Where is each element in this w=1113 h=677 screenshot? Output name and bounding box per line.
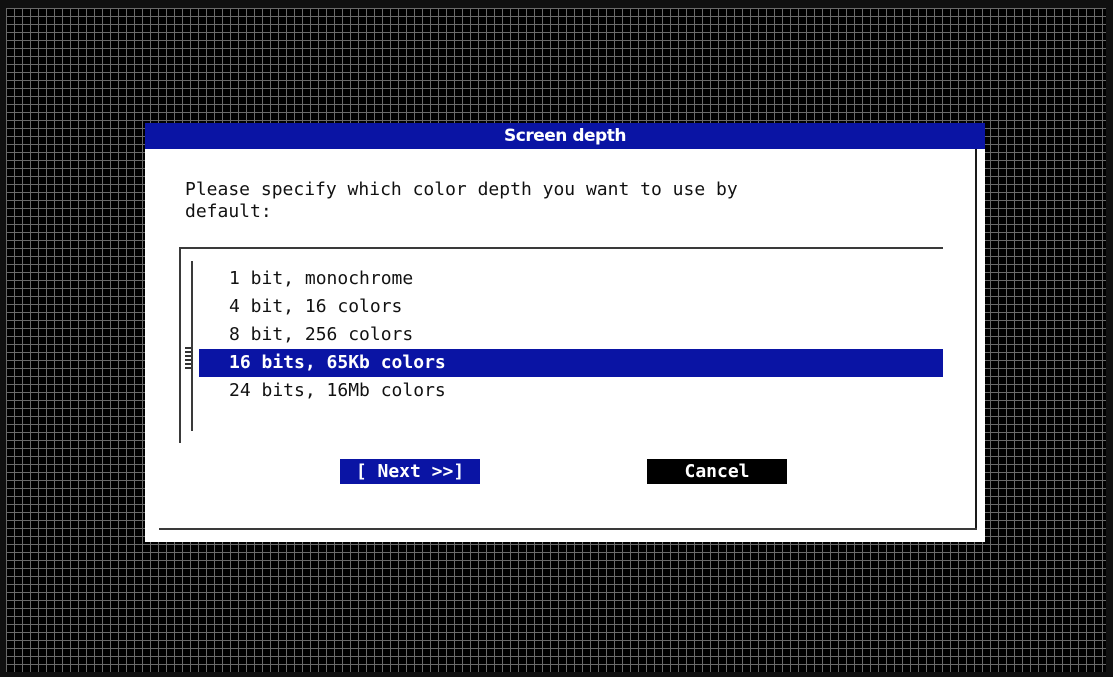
prompt-text: Please specify which color depth you wan…	[185, 179, 738, 222]
listbox-items: 1 bit, monochrome 4 bit, 16 colors 8 bit…	[199, 265, 943, 405]
desktop-background: Screen depth Please specify which color …	[0, 0, 1113, 677]
dialog-title-bar: Screen depth	[145, 123, 985, 149]
cancel-button[interactable]: Cancel	[647, 459, 787, 484]
next-button[interactable]: [ Next >>]	[340, 459, 480, 484]
listbox-left-border	[179, 247, 181, 443]
color-depth-listbox[interactable]: 1 bit, monochrome 4 bit, 16 colors 8 bit…	[179, 247, 943, 443]
list-item-24bits[interactable]: 24 bits, 16Mb colors	[199, 377, 943, 405]
list-item-1bit[interactable]: 1 bit, monochrome	[199, 265, 943, 293]
scrollbar-track[interactable]	[191, 261, 193, 431]
list-item-4bit[interactable]: 4 bit, 16 colors	[199, 293, 943, 321]
listbox-top-border	[179, 247, 943, 249]
screen-depth-dialog: Screen depth Please specify which color …	[145, 123, 985, 542]
dialog-title: Screen depth	[504, 126, 626, 146]
scrollbar-thumb[interactable]	[185, 347, 191, 371]
dialog-bottom-divider	[159, 528, 977, 530]
list-item-16bits-selected[interactable]: 16 bits, 65Kb colors	[199, 349, 943, 377]
list-item-8bit[interactable]: 8 bit, 256 colors	[199, 321, 943, 349]
button-row: [ Next >>] Cancel	[145, 459, 985, 485]
